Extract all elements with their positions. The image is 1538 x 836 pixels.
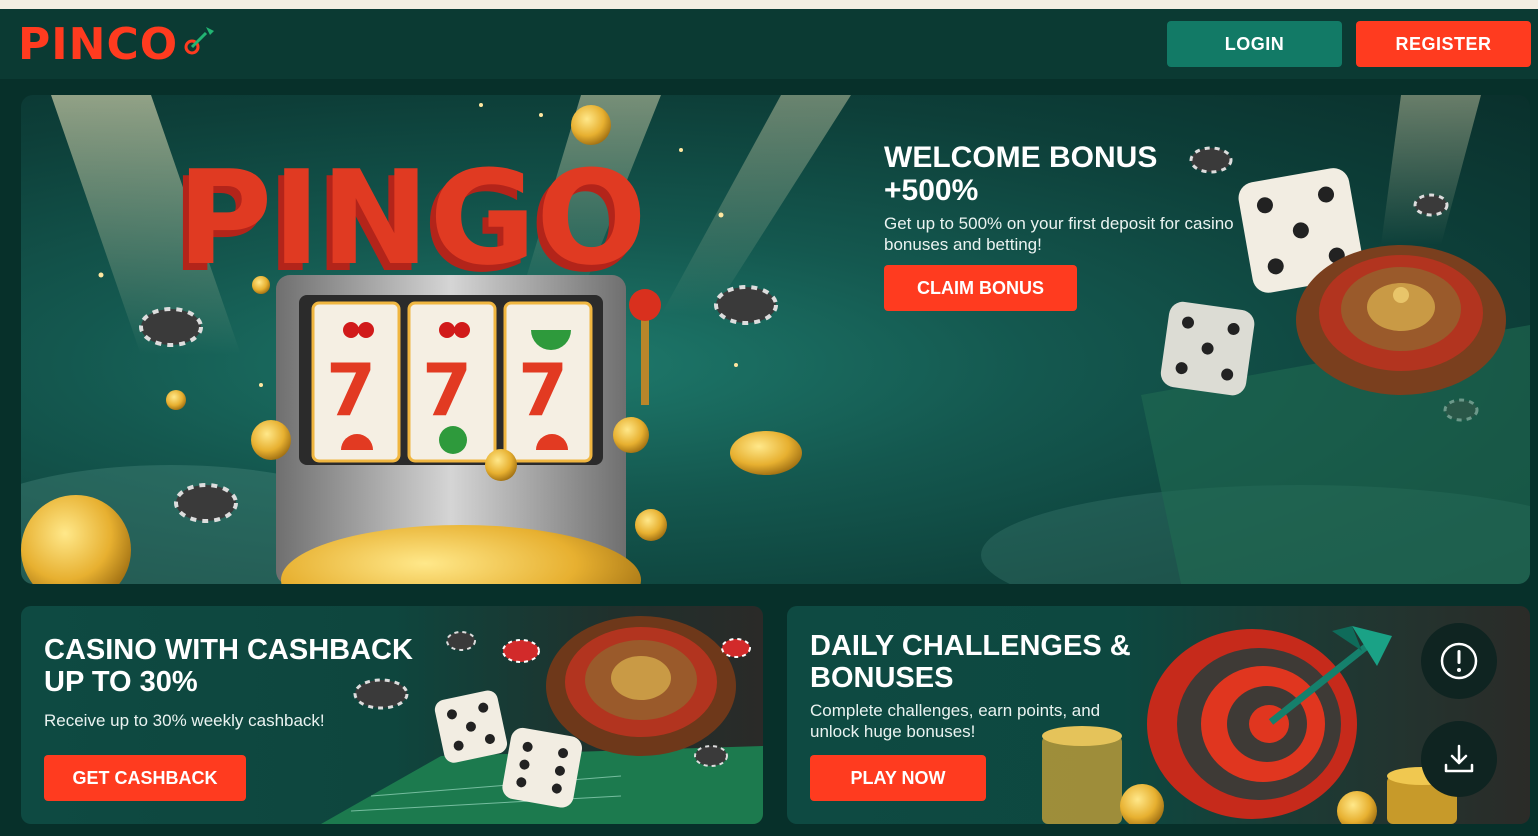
site-header: PINCO LOGIN REGISTER xyxy=(0,9,1538,79)
get-cashback-button[interactable]: GET CASHBACK xyxy=(44,755,246,801)
cashback-description: Receive up to 30% weekly cashback! xyxy=(44,711,325,730)
target-arrow-icon xyxy=(184,27,215,55)
daily-challenges-card[interactable]: DAILY CHALLENGES & BONUSES Complete chal… xyxy=(787,606,1530,824)
register-button[interactable]: REGISTER xyxy=(1356,21,1531,67)
hero-title: WELCOME BONUS +500% xyxy=(884,141,1158,207)
daily-challenges-title: DAILY CHALLENGES & BONUSES xyxy=(810,630,1131,694)
download-icon xyxy=(1444,744,1474,773)
svg-text:PINGO: PINGO xyxy=(177,142,647,294)
play-now-button[interactable]: PLAY NOW xyxy=(810,755,986,801)
info-button[interactable] xyxy=(1421,623,1497,699)
cashback-card[interactable]: CASINO WITH CASHBACK UP TO 30% Receive u… xyxy=(21,606,763,824)
claim-bonus-button[interactable]: CLAIM BONUS xyxy=(884,265,1077,311)
svg-text:7: 7 xyxy=(518,348,568,432)
hero-description: Get up to 500% on your first deposit for… xyxy=(884,214,1234,254)
logo-text: PINCO xyxy=(18,19,179,70)
svg-text:7: 7 xyxy=(326,348,376,432)
pinco-logo[interactable]: PINCO xyxy=(18,23,216,67)
svg-text:7: 7 xyxy=(422,348,472,432)
daily-challenges-description: Complete challenges, earn points, and un… xyxy=(810,701,1101,741)
cashback-title: CASINO WITH CASHBACK UP TO 30% xyxy=(44,634,413,698)
hero-artwork: PINGO PINGO 7 7 7 xyxy=(21,95,1530,584)
info-icon xyxy=(1440,642,1478,680)
login-button[interactable]: LOGIN xyxy=(1167,21,1342,67)
download-button[interactable] xyxy=(1421,721,1497,797)
hero-banner[interactable]: PINGO PINGO 7 7 7 WELCOME BONUS +500% Ge… xyxy=(21,95,1530,584)
top-strip xyxy=(0,0,1538,9)
